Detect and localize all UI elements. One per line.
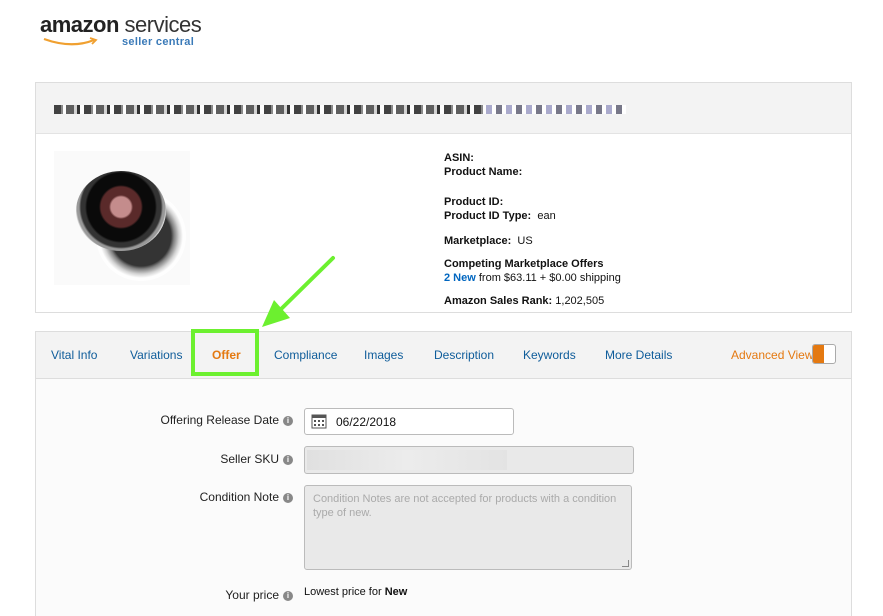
calendar-icon[interactable] xyxy=(311,413,327,429)
condition-note-placeholder: Condition Notes are not accepted for pro… xyxy=(313,493,617,519)
your-price-label: Your price i xyxy=(225,588,293,602)
info-icon[interactable]: i xyxy=(283,454,293,465)
offer-tab-highlight-box xyxy=(191,329,259,376)
listing-tabs: Vital Info Variations Offer Compliance I… xyxy=(35,329,852,379)
logo-brand: amazon xyxy=(40,12,119,37)
sales-rank-label: Amazon Sales Rank: xyxy=(444,295,553,307)
tab-compliance[interactable]: Compliance xyxy=(274,348,337,362)
tab-vital-info[interactable]: Vital Info xyxy=(51,348,97,362)
smile-icon xyxy=(43,37,98,46)
info-icon[interactable]: i xyxy=(283,590,293,601)
condition-note-textarea[interactable]: Condition Notes are not accepted for pro… xyxy=(304,485,632,570)
logo-subtitle: seller central xyxy=(122,36,195,48)
product-id-label: Product ID: xyxy=(444,196,504,208)
release-date-label-text: Offering Release Date xyxy=(160,413,279,427)
advanced-view-label: Advanced View xyxy=(731,348,814,362)
offers-price-text: from $63.11 + $0.00 shipping xyxy=(475,272,621,284)
seller-sku-label: Seller SKU i xyxy=(220,452,293,466)
lowest-price-prefix: Lowest price for xyxy=(304,586,385,598)
seller-sku-label-text: Seller SKU xyxy=(220,452,279,466)
offer-form: Offering Release Date i 06/22/2018 Seller… xyxy=(35,379,852,616)
competing-offers-label: Competing Marketplace Offers xyxy=(444,258,604,270)
marketplace-label: Marketplace: xyxy=(444,235,512,247)
tab-more-details[interactable]: More Details xyxy=(605,348,672,362)
tab-description[interactable]: Description xyxy=(434,348,494,362)
product-title-redacted-tail xyxy=(486,105,626,114)
product-summary-card: ASIN: Product Name: Product ID: Product … xyxy=(35,82,852,313)
product-image-shape xyxy=(76,171,166,251)
tab-images[interactable]: Images xyxy=(364,348,403,362)
condition-note-label: Condition Note i xyxy=(200,490,293,504)
condition-note-label-text: Condition Note xyxy=(199,490,279,504)
info-icon[interactable]: i xyxy=(283,492,293,503)
lowest-price-hint: Lowest price for New xyxy=(304,586,407,598)
logo-brand-suffix: services xyxy=(118,12,202,37)
lowest-price-condition: New xyxy=(384,586,408,598)
marketplace-value: US xyxy=(517,235,533,247)
release-date-value: 06/22/2018 xyxy=(336,415,397,429)
tab-variations[interactable]: Variations xyxy=(130,348,182,362)
release-date-label: Offering Release Date i xyxy=(160,413,293,427)
product-title-bar xyxy=(36,83,851,134)
product-id-type-value: ean xyxy=(537,210,556,222)
tab-keywords[interactable]: Keywords xyxy=(523,348,576,362)
sales-rank-value: 1,202,505 xyxy=(555,295,605,307)
toggle-knob xyxy=(813,345,824,363)
product-name-label: Product Name: xyxy=(444,166,523,178)
asin-label: ASIN: xyxy=(444,152,474,164)
amazon-services-logo: amazon services seller central xyxy=(40,12,202,48)
seller-sku-input[interactable] xyxy=(304,446,634,474)
resize-handle-icon[interactable] xyxy=(622,560,629,567)
advanced-view-toggle[interactable] xyxy=(812,344,836,364)
product-id-type-label: Product ID Type: xyxy=(444,210,532,222)
info-icon[interactable]: i xyxy=(283,415,293,426)
product-details: ASIN: Product Name: Product ID: Product … xyxy=(444,151,621,308)
new-offers-link[interactable]: 2 New xyxy=(444,272,476,284)
your-price-label-text: Your price xyxy=(225,588,279,602)
release-date-input[interactable]: 06/22/2018 xyxy=(304,408,514,435)
sku-value-redacted xyxy=(307,450,507,470)
